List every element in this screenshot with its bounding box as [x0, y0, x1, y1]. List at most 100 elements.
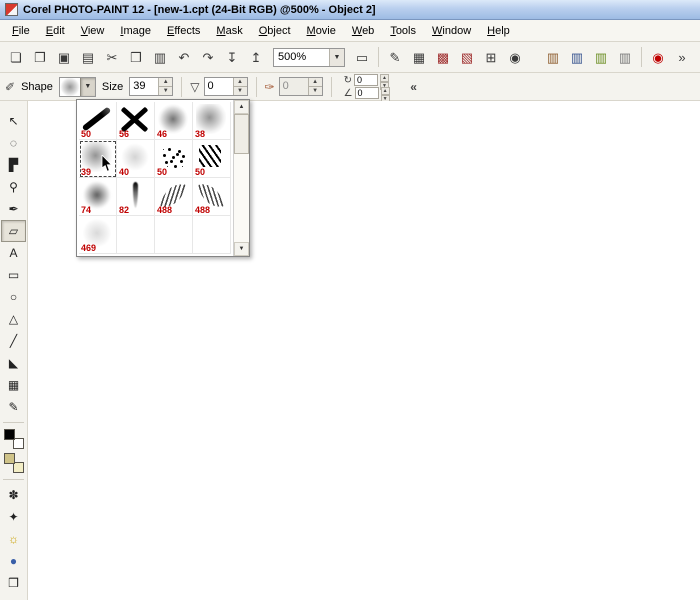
flatten-input[interactable]: 0	[355, 87, 379, 99]
toolbar-button-redo[interactable]: ↷	[196, 45, 220, 69]
menu-tools[interactable]: Tools	[382, 22, 424, 40]
paint-tool[interactable]: ✎	[1, 396, 26, 418]
flyout-scrollbar[interactable]: ▲ ▼	[233, 100, 249, 256]
scroll-track[interactable]	[234, 114, 249, 242]
eyedropper-tool[interactable]: ✒	[1, 198, 26, 220]
toolbar-button-paste[interactable]: ▥	[148, 45, 172, 69]
toolbar-button-copy[interactable]: ❒	[124, 45, 148, 69]
effect-tool[interactable]: ✦	[1, 506, 26, 528]
brush-shape-74[interactable]: 74	[79, 178, 117, 216]
toolbar-button-zoom-actual[interactable]: ◉	[503, 45, 527, 69]
brush-shape-50[interactable]: 50	[193, 140, 231, 178]
rotate-input[interactable]: 0	[354, 74, 378, 86]
size-spinner[interactable]: ▲ ▼	[158, 78, 172, 95]
scroll-up-button[interactable]: ▲	[234, 100, 249, 114]
size-input[interactable]: 39 ▲ ▼	[129, 77, 173, 96]
object-pick-tool[interactable]: ↖	[1, 110, 26, 132]
title-bar[interactable]: Corel PHOTO-PAINT 12 - [new-1.cpt (24-Bi…	[0, 0, 700, 20]
interactive-fill-tool[interactable]: ▦	[1, 374, 26, 396]
brush-shape-56[interactable]: 56	[117, 102, 155, 140]
text-tool[interactable]: A	[1, 242, 26, 264]
touch-up-tool[interactable]: ☼	[1, 528, 26, 550]
toolbar-button-sprayer-list[interactable]: ▥	[589, 45, 613, 69]
toolbar-button-stroke-list[interactable]: ▥	[541, 45, 565, 69]
toolbar-button-undo[interactable]: ↶	[172, 45, 196, 69]
flatten-spinner[interactable]: ▲ ▼	[381, 87, 390, 99]
toolbar-button-mask-marquee[interactable]: ▦	[407, 45, 431, 69]
line-tool[interactable]: ╱	[1, 330, 26, 352]
eraser-tool[interactable]: ▱	[1, 220, 26, 242]
toolbar-button-import[interactable]: ↧	[220, 45, 244, 69]
stroke-list-icon: ▥	[547, 51, 559, 64]
fill-tool[interactable]: ◣	[1, 352, 26, 374]
toolbar-button-export[interactable]: ↥	[244, 45, 268, 69]
brush-shape-46[interactable]: 46	[155, 102, 193, 140]
brush-shape-488[interactable]: 488	[193, 178, 231, 216]
toolbar-button-mask-overlay[interactable]: ▩	[431, 45, 455, 69]
menu-movie[interactable]: Movie	[299, 22, 344, 40]
zoom-tool[interactable]: ⚲	[1, 176, 26, 198]
toolbar-button-more-tools[interactable]: »	[670, 45, 694, 69]
paint-color-swatch[interactable]	[4, 429, 15, 440]
toolbar-button-symmetry-list[interactable]: ▥	[613, 45, 637, 69]
spinner-down-icon[interactable]: ▼	[234, 86, 247, 95]
brush-shape-40[interactable]: 40	[117, 140, 155, 178]
rotate-spinner[interactable]: ▲ ▼	[380, 74, 389, 86]
spinner-up-icon[interactable]: ▲	[380, 74, 389, 82]
rectangle-tool[interactable]: ▭	[1, 264, 26, 286]
image-sprayer-tool[interactable]: ✽	[1, 484, 26, 506]
polygon-tool[interactable]: △	[1, 308, 26, 330]
chevron-down-icon[interactable]: ▼	[329, 49, 344, 66]
toolbar-button-navigator[interactable]: ◉	[646, 45, 670, 69]
menu-web[interactable]: Web	[344, 22, 382, 40]
fill-front-swatch[interactable]	[4, 453, 15, 464]
collapse-property-bar-button[interactable]: «	[404, 76, 424, 97]
menu-help[interactable]: Help	[479, 22, 518, 40]
image-sprayer-tool-icon: ✽	[8, 489, 18, 501]
brush-shape-50[interactable]: 50	[155, 140, 193, 178]
scroll-down-button[interactable]: ▼	[234, 242, 249, 256]
menu-mask[interactable]: Mask	[208, 22, 250, 40]
toolbar-button-new[interactable]: ❏	[4, 45, 28, 69]
brush-shape-38[interactable]: 38	[193, 102, 231, 140]
mask-tool[interactable]: ◌	[1, 132, 26, 154]
transparency-spinner[interactable]: ▲ ▼	[233, 78, 247, 95]
shape-dropdown[interactable]: ▼	[59, 77, 96, 97]
menu-view[interactable]: View	[73, 22, 113, 40]
brush-shape-469[interactable]: 469	[79, 216, 117, 254]
zoom-level-combo[interactable]: 500% ▼	[273, 48, 345, 67]
toolbar-button-print[interactable]: ▤	[76, 45, 100, 69]
brush-shape-488[interactable]: 488	[155, 178, 193, 216]
scroll-thumb[interactable]	[234, 114, 249, 154]
menu-edit[interactable]: Edit	[38, 22, 73, 40]
ellipse-tool[interactable]: ○	[1, 286, 26, 308]
menu-effects[interactable]: Effects	[159, 22, 208, 40]
toolbar-button-full-screen-preview[interactable]: ▭	[350, 45, 374, 69]
menu-file[interactable]: File	[4, 22, 38, 40]
transparency-icon: ▽	[190, 80, 199, 94]
spinner-up-icon[interactable]: ▲	[381, 87, 390, 95]
brush-shape-82[interactable]: 82	[117, 178, 155, 216]
toolbar-button-save[interactable]: ▣	[52, 45, 76, 69]
toolbar-button-cut[interactable]: ✂	[100, 45, 124, 69]
menu-image[interactable]: Image	[112, 22, 159, 40]
spinner-down-icon[interactable]: ▼	[159, 86, 172, 95]
object-transparency-tool[interactable]: ●	[1, 550, 26, 572]
chevron-down-icon[interactable]: ▼	[80, 78, 95, 96]
spinner-up-icon[interactable]: ▲	[234, 78, 247, 86]
menu-object[interactable]: Object	[251, 22, 299, 40]
toolbar-button-nib-list[interactable]: ▥	[565, 45, 589, 69]
toolbar-button-grid[interactable]: ⊞	[479, 45, 503, 69]
crop-tool[interactable]: ▛	[1, 154, 26, 176]
toolbar-button-paint-on-mask[interactable]: ✎	[383, 45, 407, 69]
rotate-flatten-group: ↻ 0 ▲ ▼ ∠ 0 ▲ ▼	[344, 74, 390, 99]
brush-shape-39[interactable]: 39	[79, 140, 117, 178]
soft-edge-value: 0	[280, 78, 308, 95]
brush-shape-50[interactable]: 50	[79, 102, 117, 140]
toolbar-button-open[interactable]: ❐	[28, 45, 52, 69]
spinner-up-icon[interactable]: ▲	[159, 78, 172, 86]
clone-tool[interactable]: ❒	[1, 572, 26, 594]
toolbar-button-clip-mask[interactable]: ▧	[455, 45, 479, 69]
menu-window[interactable]: Window	[424, 22, 479, 40]
transparency-input[interactable]: 0 ▲ ▼	[204, 77, 248, 96]
